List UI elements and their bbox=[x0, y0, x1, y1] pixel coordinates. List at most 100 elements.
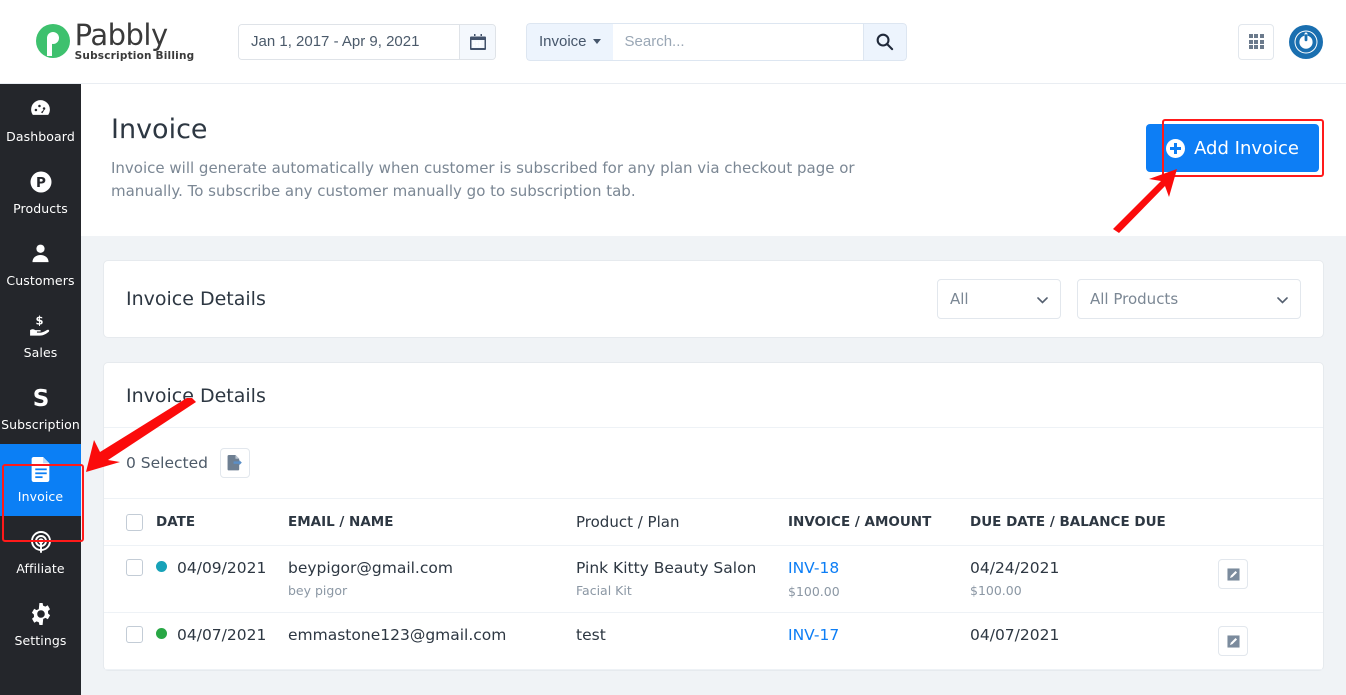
table-row[interactable]: 04/07/2021 emmastone123@gmail.com test I… bbox=[104, 612, 1323, 670]
select-all-header bbox=[104, 499, 156, 546]
date-range-input[interactable] bbox=[239, 24, 459, 59]
broadcast-icon bbox=[29, 529, 53, 555]
gear-icon bbox=[29, 601, 53, 627]
speedometer-icon bbox=[28, 97, 53, 123]
column-invoice-amount: INVOICE / AMOUNT bbox=[788, 499, 970, 546]
chevron-down-icon bbox=[1277, 290, 1288, 308]
sidebar-item-label: Sales bbox=[23, 344, 58, 360]
status-filter-select[interactable]: All bbox=[937, 279, 1061, 319]
user-account-icon[interactable] bbox=[1288, 24, 1324, 60]
search-scope-label: Invoice bbox=[539, 33, 587, 50]
invoice-table-card: Invoice Details 0 Selected DATE EMAIL / … bbox=[103, 362, 1324, 671]
invoice-table: DATE EMAIL / NAME Product / Plan INVOICE… bbox=[104, 499, 1323, 670]
sidebar-item-subscription[interactable]: S Subscription bbox=[0, 372, 81, 444]
export-file-icon[interactable] bbox=[219, 448, 250, 478]
table-card-header: Invoice Details bbox=[104, 363, 1323, 428]
svg-text:P: P bbox=[36, 175, 46, 191]
page-description: Invoice will generate automatically when… bbox=[111, 159, 855, 201]
row-date: 04/09/2021 bbox=[177, 559, 267, 577]
sidebar-item-label: Dashboard bbox=[6, 128, 75, 144]
row-checkbox[interactable] bbox=[126, 626, 143, 643]
row-email: beypigor@gmail.com bbox=[288, 559, 453, 577]
row-date-cell: 04/09/2021 bbox=[156, 545, 288, 613]
row-select-cell bbox=[104, 612, 156, 670]
edit-icon[interactable] bbox=[1218, 626, 1248, 656]
invoice-filter-card: Invoice Details All All Products bbox=[103, 260, 1324, 338]
row-invoice-link[interactable]: INV-18 bbox=[788, 559, 839, 577]
row-invoice-link[interactable]: INV-17 bbox=[788, 626, 839, 644]
sidebar-item-settings[interactable]: Settings bbox=[0, 588, 81, 660]
sidebar: Dashboard P Products Customers $ Sales S… bbox=[0, 84, 81, 695]
row-amount: $100.00 bbox=[788, 584, 840, 599]
row-product: test bbox=[576, 626, 606, 644]
row-checkbox[interactable] bbox=[126, 559, 143, 576]
sidebar-item-affiliate[interactable]: Affiliate bbox=[0, 516, 81, 588]
status-filter-value: All bbox=[950, 290, 969, 308]
hand-dollar-icon: $ bbox=[28, 313, 53, 339]
add-invoice-button[interactable]: Add Invoice bbox=[1146, 124, 1319, 172]
edit-icon[interactable] bbox=[1218, 559, 1248, 589]
invoice-table-head: DATE EMAIL / NAME Product / Plan INVOICE… bbox=[104, 499, 1323, 546]
row-select-cell bbox=[104, 545, 156, 613]
sidebar-item-invoice[interactable]: Invoice bbox=[0, 444, 81, 516]
table-header-row: DATE EMAIL / NAME Product / Plan INVOICE… bbox=[104, 499, 1323, 546]
page-title: Invoice bbox=[111, 114, 208, 145]
document-icon bbox=[30, 457, 52, 483]
main-content: Invoice Invoice will generate automatica… bbox=[81, 84, 1346, 695]
page-header: Invoice Invoice will generate automatica… bbox=[81, 84, 1346, 236]
search-icon[interactable] bbox=[862, 22, 907, 61]
sidebar-item-label: Subscription bbox=[1, 416, 80, 432]
sidebar-item-label: Customers bbox=[6, 272, 75, 288]
row-due-cell: 04/24/2021 $100.00 bbox=[970, 545, 1218, 613]
row-action-cell bbox=[1218, 545, 1323, 613]
row-action-cell bbox=[1218, 612, 1323, 670]
select-all-checkbox[interactable] bbox=[126, 513, 143, 531]
invoice-table-body: 04/09/2021 beypigor@gmail.com bey pigor … bbox=[104, 545, 1323, 670]
row-invoice-cell: INV-17 bbox=[788, 612, 970, 670]
row-date-cell: 04/07/2021 bbox=[156, 612, 288, 670]
sidebar-item-sales[interactable]: $ Sales bbox=[0, 300, 81, 372]
top-bar: Pabbly Subscription Billing Jan 1, 2017 … bbox=[0, 0, 1346, 84]
svg-text:S: S bbox=[32, 386, 49, 411]
status-dot bbox=[156, 561, 167, 572]
user-icon bbox=[29, 241, 52, 267]
sidebar-item-label: Products bbox=[13, 200, 68, 216]
search-group: Invoice bbox=[526, 22, 907, 61]
date-range-picker[interactable] bbox=[238, 23, 496, 60]
row-email-cell: emmastone123@gmail.com bbox=[288, 612, 576, 670]
chevron-down-icon bbox=[1037, 290, 1048, 308]
product-filter-select[interactable]: All Products bbox=[1077, 279, 1301, 319]
sidebar-item-customers[interactable]: Customers bbox=[0, 228, 81, 300]
search-input[interactable] bbox=[612, 22, 863, 61]
product-filter-value: All Products bbox=[1090, 290, 1179, 308]
filter-card-title: Invoice Details bbox=[126, 288, 266, 310]
table-row[interactable]: 04/09/2021 beypigor@gmail.com bey pigor … bbox=[104, 545, 1323, 613]
selection-toolbar: 0 Selected bbox=[104, 428, 1323, 499]
app-root: Pabbly Subscription Billing Jan 1, 2017 … bbox=[0, 0, 1346, 695]
column-date: DATE bbox=[156, 499, 288, 546]
brand-tagline: Subscription Billing bbox=[74, 50, 195, 63]
svg-text:$: $ bbox=[35, 313, 43, 327]
row-due-cell: 04/07/2021 bbox=[970, 612, 1218, 670]
row-invoice-cell: INV-18 $100.00 bbox=[788, 545, 970, 613]
sidebar-item-label: Affiliate bbox=[16, 560, 65, 576]
status-dot bbox=[156, 628, 167, 639]
sidebar-item-products[interactable]: P Products bbox=[0, 156, 81, 228]
selected-count-label: 0 Selected bbox=[126, 454, 208, 472]
row-product-cell: test bbox=[576, 612, 788, 670]
pabbly-logo-icon bbox=[35, 24, 70, 59]
sidebar-item-label: Settings bbox=[14, 632, 67, 648]
column-due-date-balance: DUE DATE / BALANCE DUE bbox=[970, 499, 1218, 546]
sidebar-item-label: Invoice bbox=[17, 488, 64, 504]
row-date: 04/07/2021 bbox=[177, 626, 267, 644]
search-scope-dropdown[interactable]: Invoice bbox=[526, 22, 613, 61]
filter-controls: All All Products bbox=[937, 279, 1301, 319]
sidebar-item-dashboard[interactable]: Dashboard bbox=[0, 84, 81, 156]
stripe-s-icon: S bbox=[29, 385, 53, 411]
row-due-date: 04/24/2021 bbox=[970, 559, 1060, 577]
row-product-cell: Pink Kitty Beauty Salon Facial Kit bbox=[576, 545, 788, 613]
column-email-name: EMAIL / NAME bbox=[288, 499, 576, 546]
brand-logo[interactable]: Pabbly Subscription Billing bbox=[0, 21, 230, 62]
grid-apps-icon[interactable] bbox=[1238, 23, 1274, 60]
calendar-icon[interactable] bbox=[459, 24, 495, 59]
